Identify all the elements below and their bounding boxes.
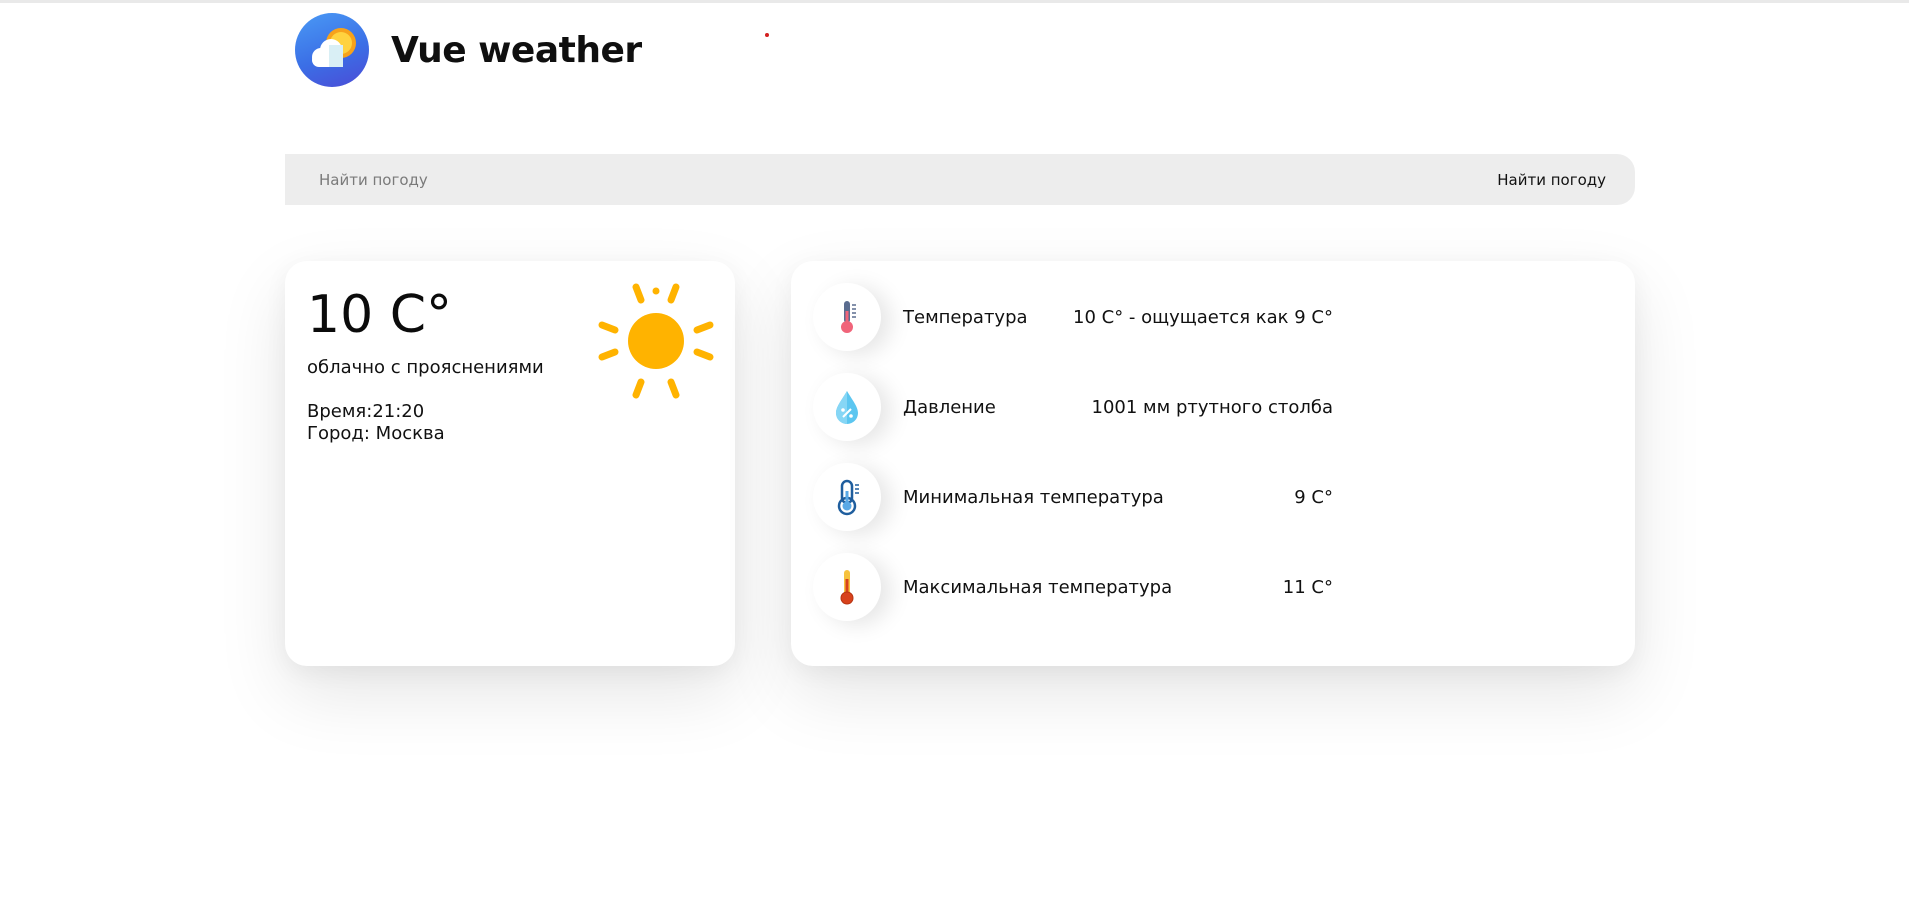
app-title: Vue weather bbox=[391, 29, 642, 71]
search-input[interactable] bbox=[319, 159, 1019, 200]
detail-label: Максимальная температура bbox=[903, 576, 1173, 598]
detail-row-pressure: Давление 1001 мм ртутного столба bbox=[813, 373, 1333, 441]
pressure-drop-icon bbox=[813, 373, 881, 441]
min-temperature-icon bbox=[813, 463, 881, 531]
max-temperature-icon bbox=[813, 553, 881, 621]
detail-label: Температура bbox=[903, 306, 1028, 328]
search-bar: Найти погоду bbox=[285, 154, 1635, 205]
current-city: Город: Москва bbox=[307, 423, 445, 444]
weather-details-card: Температура 10 C° - ощущается как 9 C° Д… bbox=[791, 261, 1635, 666]
weather-description: облачно с прояснениями bbox=[307, 357, 544, 378]
detail-value: 9 C° bbox=[1294, 486, 1333, 508]
detail-label: Давление bbox=[903, 396, 996, 418]
detail-label: Минимальная температура bbox=[903, 486, 1164, 508]
detail-value: 11 C° bbox=[1282, 576, 1333, 598]
search-button[interactable]: Найти погоду bbox=[1497, 171, 1606, 189]
app-header: Vue weather bbox=[295, 12, 642, 88]
thermometer-icon bbox=[813, 283, 881, 351]
detail-value: 10 C° - ощущается как 9 C° bbox=[1073, 306, 1333, 328]
cursor-dot bbox=[765, 33, 769, 37]
top-border-line bbox=[0, 0, 1909, 3]
detail-row-min-temperature: Минимальная температура 9 C° bbox=[813, 463, 1333, 531]
detail-row-temperature: Температура 10 C° - ощущается как 9 C° bbox=[813, 283, 1333, 351]
detail-value: 1001 мм ртутного столба bbox=[1091, 396, 1333, 418]
sun-icon bbox=[598, 283, 714, 399]
weather-logo-icon[interactable] bbox=[295, 13, 369, 87]
current-weather-card: 10 C° облачно с прояснениями Время:21:20… bbox=[285, 261, 735, 666]
current-temperature: 10 C° bbox=[307, 285, 453, 345]
current-time: Время:21:20 bbox=[307, 401, 425, 422]
detail-row-max-temperature: Максимальная температура 11 C° bbox=[813, 553, 1333, 621]
